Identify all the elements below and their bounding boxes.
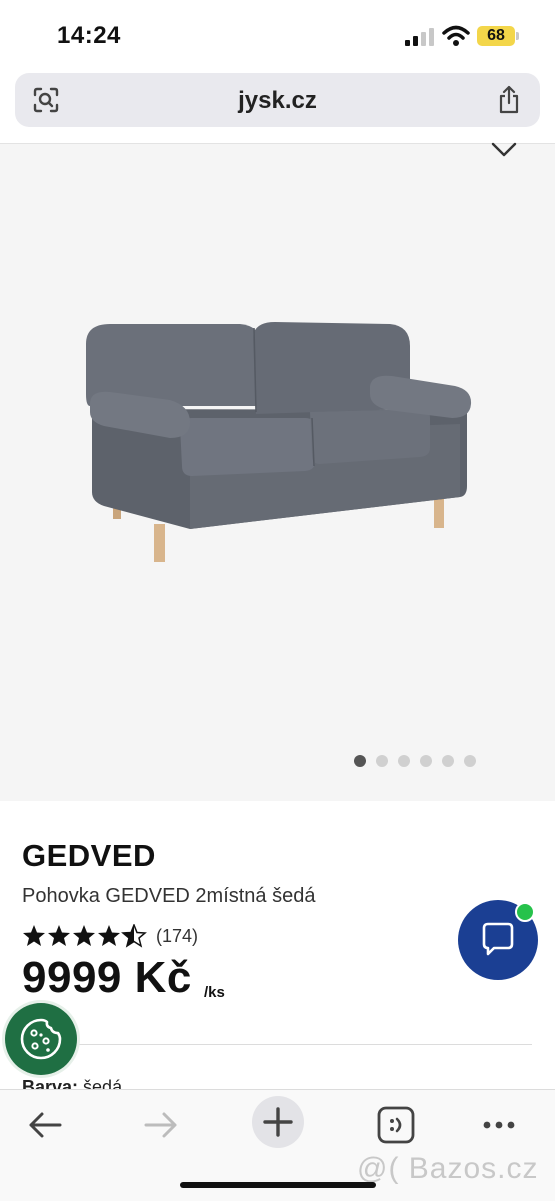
chat-button[interactable]	[458, 900, 538, 980]
rating-count[interactable]: (174)	[156, 926, 198, 947]
product-image[interactable]	[80, 314, 480, 564]
back-arrow-icon[interactable]	[22, 1102, 68, 1148]
gallery-dot[interactable]	[354, 755, 366, 767]
rating-stars-icon	[23, 924, 146, 947]
product-name: Pohovka GEDVED 2místná šedá	[22, 885, 316, 907]
color-row: Barva: šedá	[22, 1077, 122, 1089]
divider	[22, 1044, 532, 1045]
share-icon[interactable]	[496, 85, 522, 115]
gallery-pagination[interactable]	[354, 755, 476, 767]
battery-tip	[516, 32, 519, 40]
chat-bubble-icon	[482, 922, 514, 956]
wishlist-heart-icon[interactable]	[490, 138, 518, 162]
home-indicator	[180, 1182, 376, 1188]
gallery-dot[interactable]	[376, 755, 388, 767]
cookie-icon	[20, 1018, 62, 1060]
product-brand: GEDVED	[22, 838, 156, 873]
price-unit: /ks	[204, 984, 225, 1001]
new-tab-button[interactable]	[252, 1096, 304, 1148]
more-icon[interactable]	[476, 1102, 522, 1148]
online-status-dot	[515, 902, 535, 922]
gallery-dot[interactable]	[398, 755, 410, 767]
gallery-dot[interactable]	[442, 755, 454, 767]
battery-icon: 68	[477, 26, 515, 46]
new-tab-plus-icon	[263, 1107, 293, 1137]
status-time: 14:24	[57, 22, 121, 49]
watermark: @( Bazos.cz	[357, 1152, 539, 1185]
cellular-signal-icon	[405, 28, 434, 46]
product-price: 9999 Kč	[22, 953, 192, 1002]
product-gallery[interactable]	[0, 142, 555, 801]
gallery-dot[interactable]	[464, 755, 476, 767]
color-label: Barva:	[22, 1077, 79, 1089]
wifi-icon	[442, 25, 470, 46]
gallery-dot[interactable]	[420, 755, 432, 767]
product-rating[interactable]: (174)	[22, 924, 198, 948]
browser-toolbar: @( Bazos.cz	[0, 1089, 555, 1201]
address-bar[interactable]: jysk.cz	[15, 73, 540, 127]
forward-arrow-icon[interactable]	[138, 1102, 184, 1148]
color-value: šedá	[83, 1077, 123, 1089]
cookie-settings-button[interactable]	[5, 1003, 77, 1075]
tabs-icon[interactable]	[373, 1102, 419, 1148]
status-bar: 14:24 68	[0, 0, 555, 70]
url-text[interactable]: jysk.cz	[15, 87, 540, 115]
